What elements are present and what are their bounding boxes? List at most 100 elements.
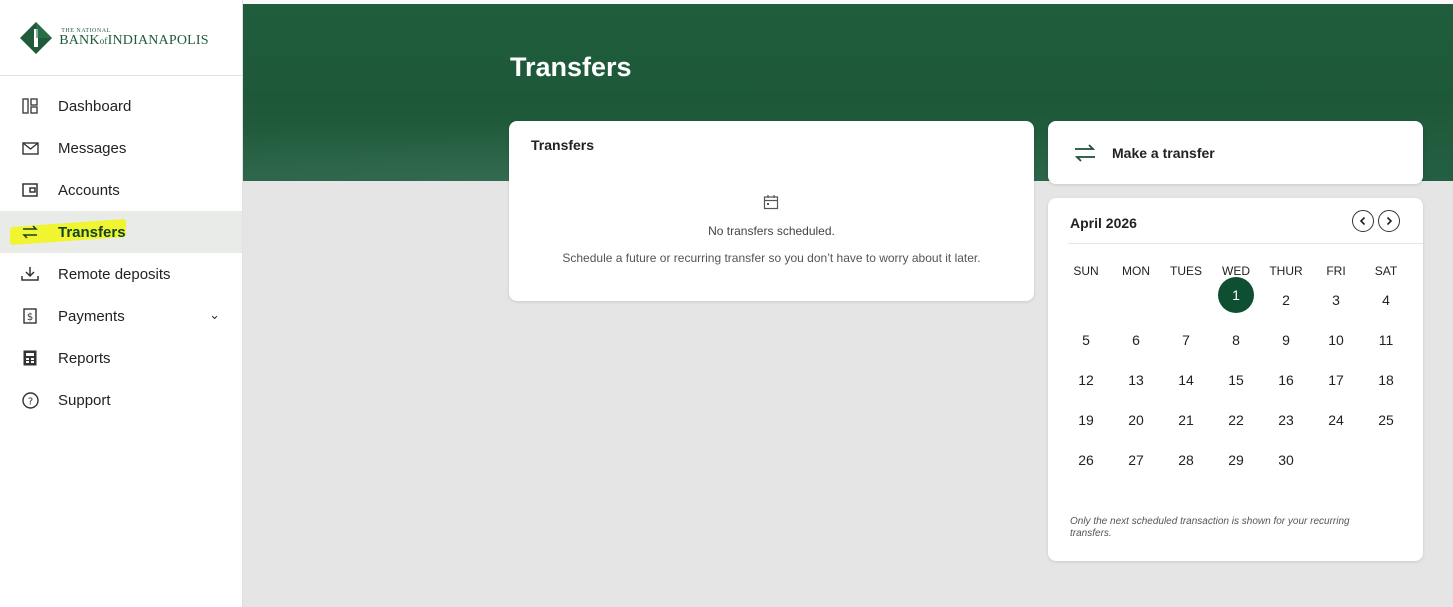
calendar-day [1118,282,1154,318]
calendar-day-cell[interactable]: 5 [1061,326,1111,366]
diamond-logo-icon [20,21,53,54]
sidebar: THE NATIONAL BANKofINDIANAPOLIS Dashboar… [0,0,243,607]
calendar-day: 17 [1328,372,1344,388]
calendar-day-cell[interactable]: 29 [1211,446,1261,486]
calendar-day-cell[interactable]: 22 [1211,406,1261,446]
calendar-day-cell[interactable]: 16 [1261,366,1311,406]
calendar-day-cell[interactable]: 19 [1061,406,1111,446]
calendar-day: 22 [1228,412,1244,428]
calendar-day-cell[interactable]: 11 [1361,326,1411,366]
calendar-divider [1068,243,1423,244]
calendar-day-cell[interactable]: 13 [1111,366,1161,406]
transfer-arrows-icon [1074,143,1096,162]
calendar-day-cell[interactable]: 7 [1161,326,1211,366]
calendar-day-cell [1161,286,1211,326]
calendar-day: 9 [1282,332,1290,348]
calendar-day [1068,282,1104,318]
chevron-down-icon[interactable]: ⌄ [209,307,220,323]
sidebar-item-accounts[interactable]: Accounts [0,169,242,211]
calendar-day: 10 [1328,332,1344,348]
sidebar-item-label: Accounts [58,181,120,199]
chevron-right-icon [1386,216,1393,226]
calendar-week-row: 19 20 21 22 23 24 25 [1061,406,1411,446]
calendar-next-button[interactable] [1378,210,1400,232]
calendar-icon [763,195,779,210]
calendar-grid: SUN MON TUES WED THUR FRI SAT 1234567891… [1061,264,1411,486]
calendar-day: 7 [1182,332,1190,348]
svg-text:?: ? [27,396,32,407]
calendar-day-cell[interactable]: 1 [1211,277,1261,326]
calendar-day-cell[interactable]: 23 [1261,406,1311,446]
calendar-day-cell[interactable]: 9 [1261,326,1311,366]
logo-big-text: BANKofINDIANAPOLIS [59,32,209,48]
sidebar-item-dashboard[interactable]: Dashboard [0,85,242,127]
calendar-day: 24 [1328,412,1344,428]
calendar-day: 30 [1278,452,1294,468]
make-transfer-button[interactable]: Make a transfer [1048,121,1423,184]
calendar-day: 18 [1378,372,1394,388]
sidebar-item-label: Support [58,391,111,409]
calendar-day-cell[interactable]: 3 [1311,286,1361,326]
calendar-day-cell[interactable]: 12 [1061,366,1111,406]
calendar-day-cell [1061,286,1111,326]
sidebar-item-remote-deposits[interactable]: Remote deposits [0,253,242,295]
calendar-day-cell[interactable]: 24 [1311,406,1361,446]
sidebar-item-messages[interactable]: Messages [0,127,242,169]
calendar-day-cell[interactable]: 18 [1361,366,1411,406]
sidebar-item-label: Reports [58,349,111,367]
calendar-day-cell[interactable]: 10 [1311,326,1361,366]
calendar-day-cell[interactable]: 2 [1261,286,1311,326]
calendar-footnote: Only the next scheduled transaction is s… [1070,516,1350,539]
calendar-day-cell[interactable]: 8 [1211,326,1261,366]
calendar-day-cell[interactable]: 26 [1061,446,1111,486]
calendar-day: 13 [1128,372,1144,388]
calendar-prev-button[interactable] [1352,210,1374,232]
calendar-day-cell[interactable]: 14 [1161,366,1211,406]
calendar-day-cell[interactable]: 6 [1111,326,1161,366]
dashboard-icon [20,96,40,116]
sidebar-item-label: Messages [58,139,127,157]
calendar-weeks: 1 2 3 4 5 6 7 8 9 10 11 12 13 14 15 16 17 18 19 20 21 22 23 24 2… [1061,277,1411,486]
download-tray-icon [20,264,40,284]
calendar-day-cell[interactable]: 28 [1161,446,1211,486]
calendar-day-cell[interactable]: 17 [1311,366,1361,406]
calendar-day-cell[interactable]: 15 [1211,366,1261,406]
calendar-day-cell[interactable]: 4 [1361,286,1411,326]
sidebar-item-payments[interactable]: $ Payments ⌄ [0,295,242,337]
transfer-arrows-icon [20,222,40,242]
calendar-day-cell[interactable]: 20 [1111,406,1161,446]
sidebar-item-label: Dashboard [58,97,132,115]
calendar-day: 27 [1128,452,1144,468]
sidebar-item-label: Payments [58,307,125,325]
wallet-icon [20,180,40,200]
page-title: Transfers [510,52,632,82]
empty-state-description: Schedule a future or recurring transfer … [562,251,981,265]
sidebar-item-reports[interactable]: Reports [0,337,242,379]
calendar-day [1168,282,1204,318]
calendar-day: 29 [1228,452,1244,468]
calendar-day: 4 [1382,292,1390,308]
calendar-day-cell[interactable]: 30 [1261,446,1311,486]
calendar-day: 20 [1128,412,1144,428]
bank-logo[interactable]: THE NATIONAL BANKofINDIANAPOLIS [0,0,242,76]
sidebar-item-support[interactable]: ? Support [0,379,242,421]
sidebar-item-label: Remote deposits [58,265,171,283]
calendar-day: 12 [1078,372,1094,388]
calendar-day: 2 [1282,292,1290,308]
make-transfer-label: Make a transfer [1112,144,1215,161]
calendar-day: 28 [1178,452,1194,468]
sidebar-item-transfers[interactable]: Transfers [0,211,242,253]
calendar-day-cell [1311,446,1361,486]
sidebar-nav: Dashboard Messages Accounts Transfers Re… [0,76,242,421]
calendar-day: 26 [1078,452,1094,468]
calendar-day-cell[interactable]: 25 [1361,406,1411,446]
calendar-day-cell[interactable]: 27 [1111,446,1161,486]
calendar-day-cell[interactable]: 21 [1161,406,1211,446]
calendar-day: 6 [1132,332,1140,348]
question-circle-icon: ? [20,390,40,410]
calendar-day-today: 1 [1218,277,1254,313]
calendar-day: 23 [1278,412,1294,428]
calendar-day: 15 [1228,372,1244,388]
svg-text:$: $ [27,312,33,323]
transfers-card-title: Transfers [531,137,595,153]
